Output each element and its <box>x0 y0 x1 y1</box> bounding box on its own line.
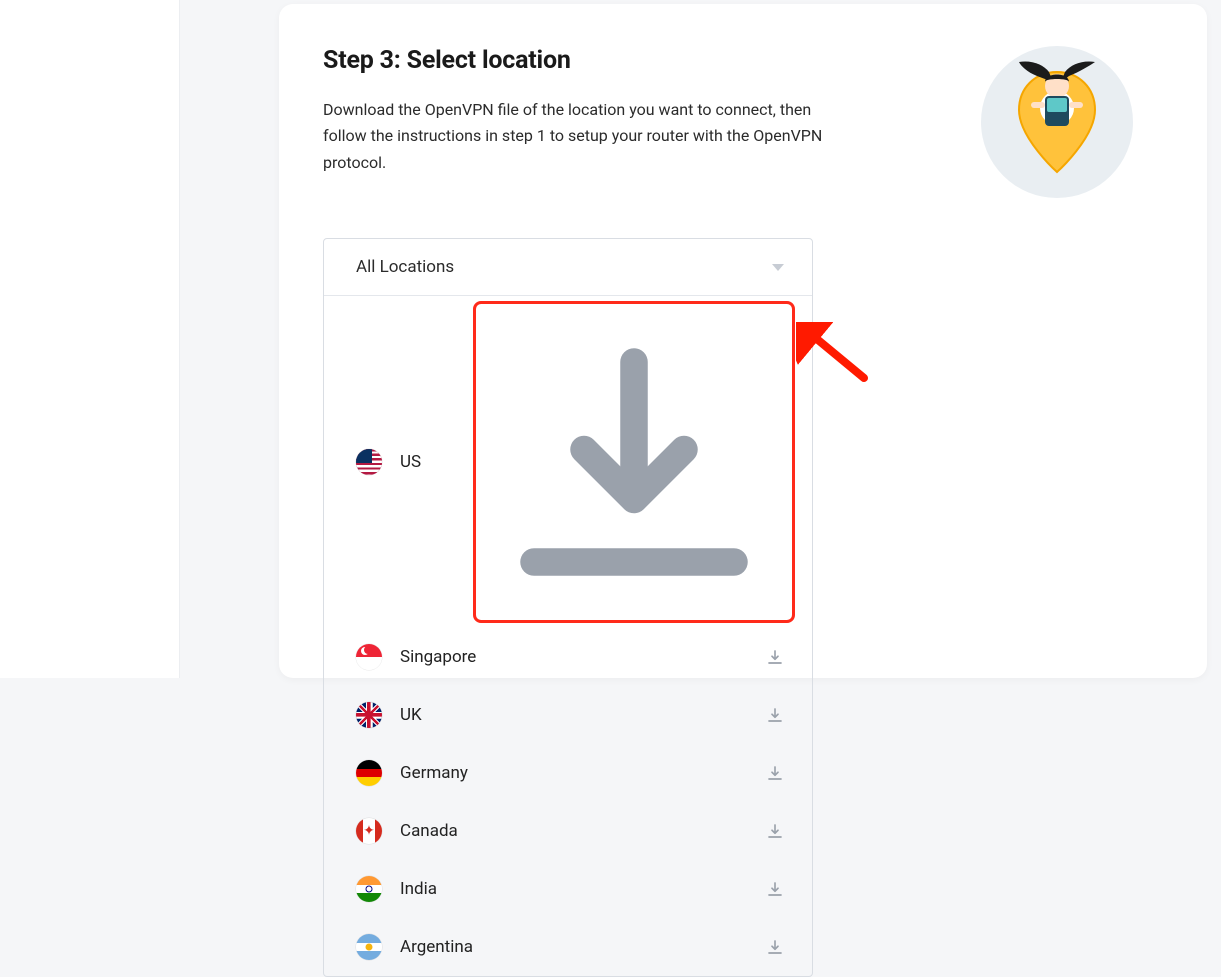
location-name: Singapore <box>400 647 766 667</box>
flag-de-icon <box>356 760 382 786</box>
location-row-singapore[interactable]: Singapore <box>324 628 812 686</box>
location-row-canada[interactable]: ✦ Canada <box>324 802 812 860</box>
download-icon[interactable] <box>766 764 784 782</box>
locations-dropdown[interactable]: All Locations <box>324 239 812 296</box>
location-name: Argentina <box>400 937 766 957</box>
download-icon[interactable] <box>766 706 784 724</box>
sidebar-placeholder <box>0 0 180 678</box>
flag-uk-icon <box>356 702 382 728</box>
location-name: India <box>400 879 766 899</box>
step-card: Step 3: Select location Download the Ope… <box>279 4 1207 678</box>
flag-in-icon <box>356 876 382 902</box>
location-row-uk[interactable]: UK <box>324 686 812 744</box>
location-illustration <box>981 46 1133 198</box>
download-icon[interactable] <box>766 938 784 956</box>
location-row-germany[interactable]: Germany <box>324 744 812 802</box>
location-name: UK <box>400 705 766 725</box>
flag-ca-icon: ✦ <box>356 818 382 844</box>
download-icon[interactable] <box>766 648 784 666</box>
step-title: Step 3: Select location <box>323 46 823 75</box>
step-header: Step 3: Select location Download the Ope… <box>323 46 1163 198</box>
download-icon[interactable] <box>766 880 784 898</box>
flag-sg-icon <box>356 644 382 670</box>
map-pin-icon <box>1013 68 1101 176</box>
location-name: US <box>400 452 484 472</box>
location-row-argentina[interactable]: Argentina <box>324 918 812 976</box>
step-description: Download the OpenVPN file of the locatio… <box>323 97 823 176</box>
download-icon[interactable] <box>484 312 784 612</box>
chevron-down-icon <box>772 264 784 271</box>
locations-panel: All Locations US Singapore UK <box>323 238 813 977</box>
step-header-text: Step 3: Select location Download the Ope… <box>323 46 823 176</box>
download-icon[interactable] <box>766 822 784 840</box>
download-button-highlight <box>473 301 795 623</box>
location-name: Canada <box>400 821 766 841</box>
location-row-india[interactable]: India <box>324 860 812 918</box>
flag-us-icon <box>356 449 382 475</box>
locations-dropdown-label: All Locations <box>356 257 454 277</box>
location-row-us[interactable]: US <box>324 296 812 628</box>
flag-ar-icon <box>356 934 382 960</box>
location-name: Germany <box>400 763 766 783</box>
